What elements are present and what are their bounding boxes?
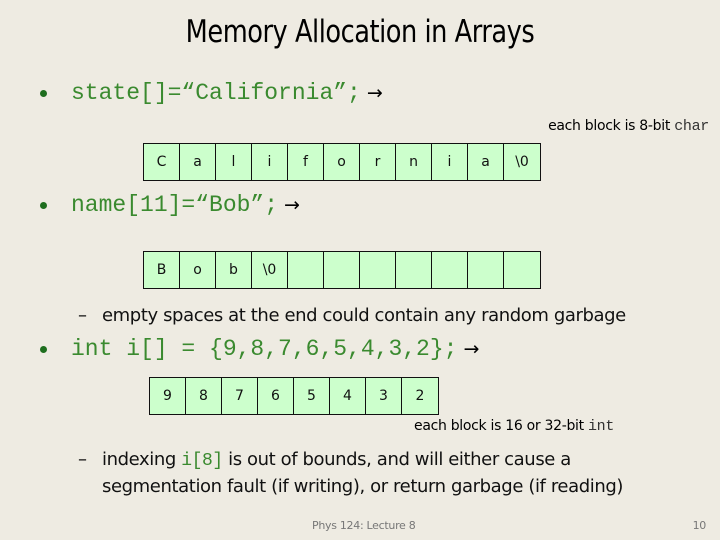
array-cell: 2 [415, 388, 425, 404]
sub-point-text-suffix: is out of bounds, and will either cause … [222, 449, 571, 470]
array-cell: a [468, 144, 504, 180]
note-int-size: each block is 16 or 32-bit int [414, 418, 614, 435]
dash-icon: – [78, 449, 87, 470]
footer-course: Phys 124: Lecture 8 [312, 519, 416, 532]
array-cell: B [144, 252, 180, 288]
sub-point-text-prefix: indexing [102, 449, 182, 470]
note-code: int [587, 418, 615, 435]
sub-point-out-of-bounds-line2: segmentation fault (if writing), or retu… [102, 476, 624, 497]
code-name-declaration: name[11]=“Bob”; [71, 192, 279, 218]
array-cell: 6 [258, 378, 294, 414]
array-cell: 8 [186, 378, 222, 414]
array-cell [288, 252, 324, 288]
int-array-cells: 9 8 7 6 5 4 3 2 [149, 377, 439, 415]
arrow-icon: → [366, 82, 383, 104]
array-cell: o [324, 144, 360, 180]
array-cell: \0 [515, 154, 529, 170]
array-cell: o [180, 252, 216, 288]
slide-title: Memory Allocation in Arrays [185, 14, 535, 50]
array-cell: 5 [294, 378, 330, 414]
array-cell [396, 252, 432, 288]
array-cell: i [432, 144, 468, 180]
bullet-dot-icon [40, 89, 47, 97]
array-cell [324, 252, 360, 288]
array-cell: a [180, 144, 216, 180]
note-char-size: each block is 8-bit char [548, 118, 709, 135]
sub-point-out-of-bounds: – indexing i[8] is out of bounds, and wil… [78, 449, 571, 471]
array-cell [504, 252, 540, 288]
arrow-icon: → [463, 338, 480, 360]
sub-point-garbage: – empty spaces at the end could contain a… [78, 305, 626, 326]
bullet-dot-icon [40, 201, 47, 209]
bullet-int: int i[] = {9,8,7,6,5,4,3,2}; → [40, 336, 479, 362]
code-state-declaration: state[]=“California”; [71, 80, 361, 106]
bullet-name: name[11]=“Bob”; → [40, 192, 300, 218]
array-cell [468, 252, 504, 288]
sub-point-code: i[8] [181, 451, 223, 471]
array-cell: b [216, 252, 252, 288]
note-text: each block is 8-bit [548, 118, 675, 134]
array-cell: \0 [252, 252, 288, 288]
bullet-dot-icon [40, 345, 47, 353]
array-cell: n [396, 144, 432, 180]
array-cell: f [288, 144, 324, 180]
array-cell: 4 [330, 378, 366, 414]
bullet-state: state[]=“California”; → [40, 80, 383, 106]
sub-point-text: empty spaces at the end could contain an… [102, 305, 626, 326]
array-cell: 9 [150, 378, 186, 414]
array-cell: l [216, 144, 252, 180]
note-text: each block is 16 or 32-bit [414, 418, 588, 434]
state-array-cells: C a l i f o r n i a \0 [143, 143, 541, 181]
footer-page-number: 10 [692, 519, 707, 532]
arrow-icon: → [284, 194, 300, 216]
array-cell: r [360, 144, 396, 180]
name-array-cells: B o b \0 [143, 251, 541, 289]
array-cell: 7 [222, 378, 258, 414]
array-cell: C [144, 144, 180, 180]
array-cell [432, 252, 468, 288]
dash-icon: – [78, 305, 87, 326]
array-cell [360, 252, 396, 288]
array-cell: i [252, 144, 288, 180]
note-code: char [674, 118, 709, 135]
array-cell: 3 [366, 378, 402, 414]
code-int-declaration: int i[] = {9,8,7,6,5,4,3,2}; [71, 336, 458, 362]
